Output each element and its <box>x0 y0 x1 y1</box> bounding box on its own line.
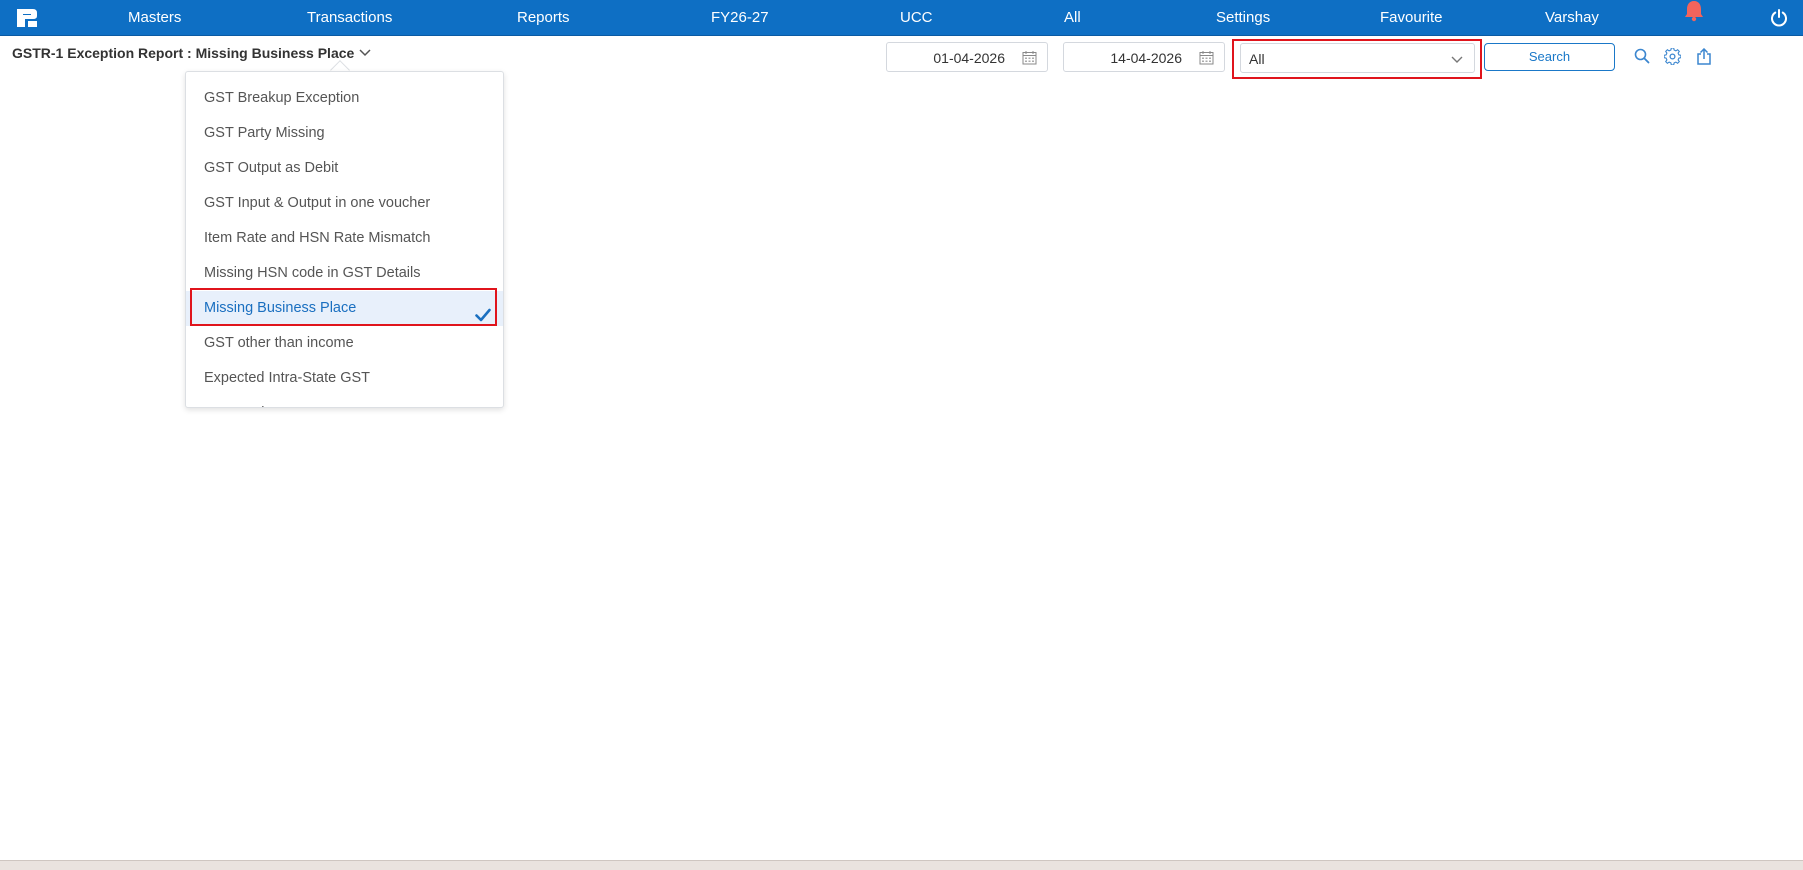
dropdown-item-selected[interactable]: Missing Business Place <box>186 291 503 326</box>
dropdown-item[interactable]: Expected Intra-State GST <box>186 361 503 396</box>
dropdown-item[interactable]: GST Input & Output in one voucher <box>186 186 503 221</box>
to-date-field[interactable]: 14-04-2026 <box>1063 42 1225 72</box>
power-icon[interactable] <box>1768 0 1790 36</box>
top-navigation-bar: Masters Transactions Reports FY26-27 UCC… <box>0 0 1803 36</box>
report-type-dropdown: GST Breakup Exception GST Party Missing … <box>185 71 504 408</box>
dropdown-item[interactable]: Item Rate and HSN Rate Mismatch <box>186 221 503 256</box>
nav-settings[interactable]: Settings <box>1216 0 1270 36</box>
report-selector[interactable]: GSTR-1 Exception Report : Missing Busine… <box>12 42 374 64</box>
nav-financial-year[interactable]: FY26-27 <box>711 0 769 36</box>
chevron-down-icon[interactable] <box>358 46 374 60</box>
search-icon[interactable] <box>1632 46 1652 66</box>
calendar-icon[interactable] <box>1199 50 1214 65</box>
page-title: GSTR-1 Exception Report : Missing Busine… <box>12 45 355 61</box>
dropdown-item[interactable]: GST Party Missing <box>186 116 503 151</box>
dropdown-item[interactable]: GST other than income <box>186 326 503 361</box>
from-date-value: 01-04-2026 <box>933 50 1005 66</box>
chevron-down-icon[interactable] <box>1450 52 1464 66</box>
export-share-icon[interactable] <box>1694 46 1714 66</box>
checkmark-icon <box>475 301 491 322</box>
dropdown-item[interactable]: Expected Inter-State GST <box>186 396 503 407</box>
nav-user-varshay[interactable]: Varshay <box>1545 0 1599 36</box>
bottom-status-bar <box>0 860 1803 870</box>
nav-favourite[interactable]: Favourite <box>1380 0 1443 36</box>
dropdown-item-label: Missing Business Place <box>204 300 357 316</box>
to-date-value: 14-04-2026 <box>1110 50 1182 66</box>
settings-gear-icon[interactable] <box>1662 46 1682 66</box>
logo-icon[interactable] <box>16 8 38 28</box>
dropdown-list: GST Breakup Exception GST Party Missing … <box>186 81 503 407</box>
from-date-field[interactable]: 01-04-2026 <box>886 42 1048 72</box>
dropdown-item[interactable]: Missing HSN code in GST Details <box>186 256 503 291</box>
calendar-icon[interactable] <box>1022 50 1037 65</box>
nav-all[interactable]: All <box>1064 0 1081 36</box>
nav-masters[interactable]: Masters <box>128 0 181 36</box>
filter-select[interactable]: All <box>1240 43 1475 73</box>
nav-reports[interactable]: Reports <box>517 0 570 36</box>
search-button[interactable]: Search <box>1484 43 1615 71</box>
dropdown-item[interactable]: GST Breakup Exception <box>186 81 503 116</box>
notification-bell-icon[interactable] <box>1683 0 1705 36</box>
nav-ucc[interactable]: UCC <box>900 0 933 36</box>
nav-transactions[interactable]: Transactions <box>307 0 392 36</box>
dropdown-item[interactable]: GST Output as Debit <box>186 151 503 186</box>
filter-select-value: All <box>1249 51 1265 67</box>
